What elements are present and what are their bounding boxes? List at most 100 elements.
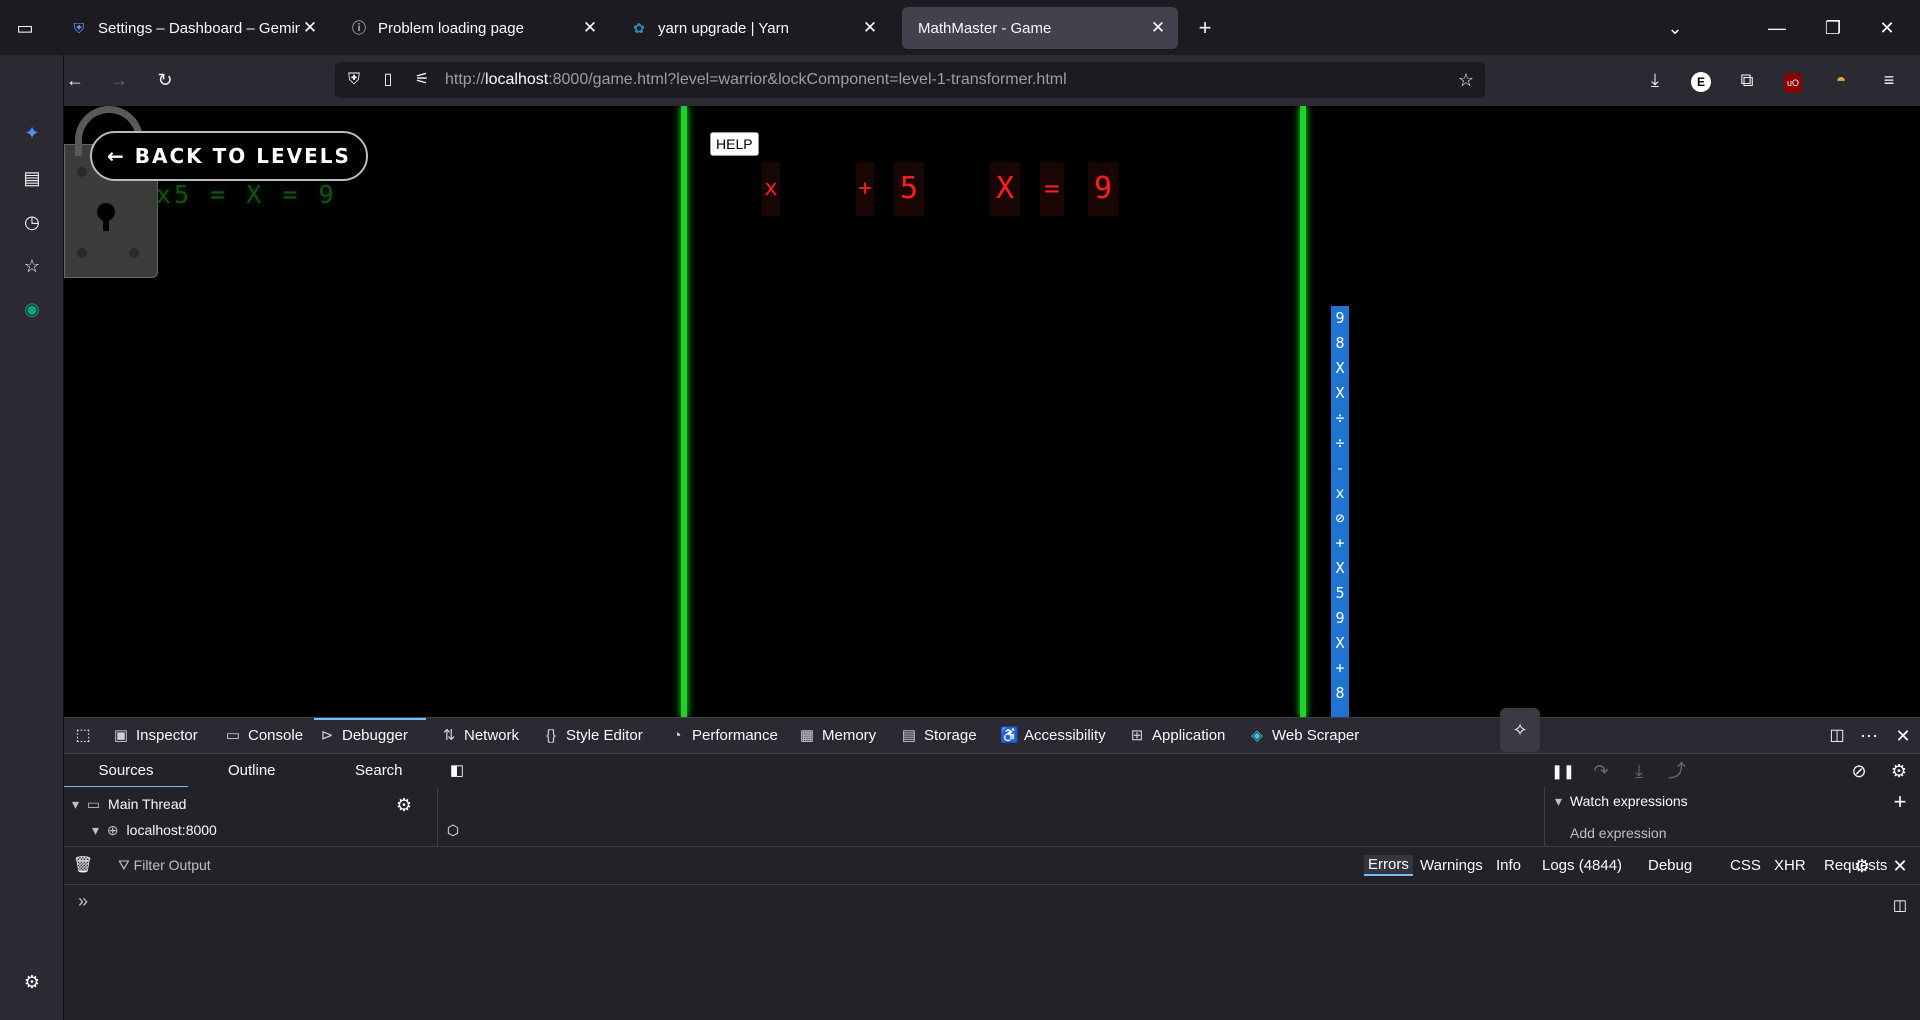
strip-char[interactable]: X — [1331, 631, 1349, 656]
synced-tabs-icon[interactable]: ▤ — [17, 163, 47, 193]
close-split-console-icon[interactable]: ✕ — [1890, 851, 1910, 881]
firefox-view-icon[interactable]: ▭ — [10, 13, 40, 43]
falling-character-strip[interactable]: 9 8 X X ÷ ÷ - x ⊘ + X 5 9 X + 8 — [1331, 306, 1349, 717]
element-picker-icon[interactable]: ⬚ — [68, 721, 98, 751]
tab-problem-loading[interactable]: ⓘ Problem loading page ✕ — [340, 7, 610, 49]
url-bar[interactable]: ⛨ ▯ ⚟ http://localhost:8000/game.html?le… — [335, 62, 1485, 98]
tab-inspector[interactable]: ▣ Inspector — [108, 718, 198, 754]
step-out-icon[interactable]: ⤴ — [1662, 756, 1692, 786]
clear-console-icon[interactable]: 🗑 — [68, 851, 98, 881]
permissions-icon[interactable]: ⚟ — [407, 65, 437, 95]
equation-char[interactable]: X — [990, 162, 1020, 216]
filter-debug[interactable]: Debug — [1648, 857, 1692, 874]
ublock-icon[interactable]: uO — [1778, 65, 1808, 95]
strip-char[interactable]: X — [1331, 356, 1349, 381]
chatgpt-icon[interactable]: ◉ — [17, 294, 47, 324]
downloads-icon[interactable]: ⤓ — [1640, 65, 1670, 95]
back-to-levels-button[interactable]: ← BACK TO LEVELS — [90, 131, 368, 181]
forward-icon[interactable]: → — [104, 65, 134, 95]
filter-info[interactable]: Info — [1496, 857, 1521, 874]
watch-expressions-header[interactable]: ▾ Watch expressions — [1555, 793, 1688, 810]
strip-char[interactable]: + — [1331, 656, 1349, 681]
pause-icon[interactable]: ❚❚ — [1548, 756, 1578, 786]
filter-logs[interactable]: Logs (4844) — [1542, 857, 1622, 874]
tab-console[interactable]: ▭ Console — [220, 718, 303, 754]
filter-css[interactable]: CSS — [1730, 857, 1761, 874]
tab-settings-gemini[interactable]: ⛨ Settings – Dashboard – Gemini ✕ — [60, 7, 330, 49]
tab-memory[interactable]: ▦ Memory — [794, 718, 876, 754]
account-icon[interactable]: E — [1686, 65, 1716, 95]
page-info-icon[interactable]: ▯ — [373, 65, 403, 95]
bookmarks-icon[interactable]: ☆ — [17, 251, 47, 281]
tab-style-editor[interactable]: {} Style Editor — [538, 718, 643, 754]
tab-yarn-upgrade[interactable]: ✿ yarn upgrade | Yarn ✕ — [620, 7, 890, 49]
pick-ai-icon[interactable]: ✧ — [1500, 708, 1540, 752]
tab-application[interactable]: ⊞ Application — [1124, 718, 1226, 754]
more-options-icon[interactable]: ⋯ — [1854, 721, 1884, 751]
equation-char[interactable]: + — [856, 162, 874, 216]
equation-char[interactable]: 5 — [894, 162, 924, 216]
tab-web-scraper[interactable]: ◈ Web Scraper — [1244, 718, 1359, 754]
strip-char[interactable]: ÷ — [1331, 431, 1349, 456]
host-row[interactable]: ▾ ⊕ localhost:8000 — [92, 822, 217, 839]
subtab-outline[interactable]: Outline — [228, 754, 276, 788]
strip-char[interactable]: X — [1331, 556, 1349, 581]
step-in-icon[interactable]: ⤓ — [1624, 756, 1654, 786]
step-over-icon[interactable]: ↷ — [1586, 756, 1616, 786]
toggle-editor-icon[interactable]: ◫ — [1890, 891, 1910, 921]
strip-char[interactable]: 8 — [1331, 331, 1349, 356]
console-prompt[interactable]: » — [78, 891, 88, 912]
subtab-search[interactable]: Search — [355, 754, 403, 788]
restore-icon[interactable]: ❐ — [1818, 13, 1848, 43]
filter-xhr[interactable]: XHR — [1774, 857, 1806, 874]
strip-char[interactable]: X — [1331, 381, 1349, 406]
close-devtools-icon[interactable]: ✕ — [1888, 721, 1918, 751]
add-expression-input[interactable]: Add expression — [1570, 825, 1667, 841]
filter-warnings[interactable]: Warnings — [1420, 857, 1483, 874]
strip-char[interactable]: ÷ — [1331, 406, 1349, 431]
new-tab-icon[interactable]: + — [1190, 13, 1220, 43]
dock-side-icon[interactable]: ◫ — [1822, 721, 1852, 751]
close-icon[interactable]: ✕ — [580, 18, 600, 38]
close-icon[interactable]: ✕ — [1148, 18, 1168, 38]
filter-errors[interactable]: Errors — [1364, 855, 1413, 876]
window-close-icon[interactable]: ✕ — [1872, 13, 1902, 43]
strip-char[interactable]: - — [1331, 456, 1349, 481]
close-icon[interactable]: ✕ — [860, 18, 880, 38]
reload-icon[interactable]: ↻ — [150, 65, 180, 95]
equation-char[interactable]: = — [1040, 162, 1064, 216]
strip-char[interactable]: x — [1331, 481, 1349, 506]
game-canvas[interactable]: x5 = X = 9 ← BACK TO LEVELS HELP x + 5 X… — [64, 106, 1920, 717]
minimize-icon[interactable]: — — [1762, 13, 1792, 43]
tab-performance[interactable]: ◔ Performance — [664, 718, 777, 754]
close-icon[interactable]: ✕ — [300, 18, 320, 38]
source-map-icon[interactable]: ⬡ — [438, 815, 468, 845]
tab-network[interactable]: ⇅ Network — [436, 718, 519, 754]
tab-mathmaster-game[interactable]: MathMaster - Game ✕ — [902, 7, 1178, 49]
toggle-sources-pane-icon[interactable]: ◧ — [442, 756, 472, 786]
bookmark-star-icon[interactable]: ☆ — [1451, 65, 1481, 95]
ai-chat-icon[interactable]: ✦ — [17, 118, 47, 148]
strip-char[interactable]: 8 — [1331, 681, 1349, 706]
strip-char[interactable]: 5 — [1331, 581, 1349, 606]
menu-icon[interactable]: ≡ — [1874, 65, 1904, 95]
add-watch-icon[interactable]: + — [1885, 787, 1915, 817]
subtab-sources[interactable]: Sources — [64, 754, 188, 788]
strip-char[interactable]: 9 — [1331, 306, 1349, 331]
strip-char[interactable]: ⊘ — [1331, 506, 1349, 531]
equation-char[interactable]: x — [762, 162, 780, 216]
equation-char[interactable]: 9 — [1088, 162, 1118, 216]
back-icon[interactable]: ← — [60, 65, 90, 95]
sidebar-settings-icon[interactable]: ⚙ — [17, 967, 47, 997]
thread-settings-icon[interactable]: ⚙ — [389, 790, 419, 820]
debugger-settings-icon[interactable]: ⚙ — [1884, 756, 1914, 786]
main-thread-row[interactable]: ▾ ▭ Main Thread — [72, 796, 186, 813]
tab-debugger[interactable]: ⊳ Debugger — [314, 718, 426, 754]
console-settings-icon[interactable]: ⚙ — [1852, 851, 1872, 881]
filter-output-input[interactable]: ⛛ Filter Output — [118, 857, 211, 874]
tracking-protection-icon[interactable]: ⛨ — [339, 65, 369, 95]
deactivate-breakpoints-icon[interactable]: ⊘ — [1844, 756, 1874, 786]
help-button[interactable]: HELP — [710, 132, 759, 156]
history-icon[interactable]: ◷ — [17, 207, 47, 237]
list-all-tabs-icon[interactable]: ⌄ — [1660, 13, 1690, 43]
